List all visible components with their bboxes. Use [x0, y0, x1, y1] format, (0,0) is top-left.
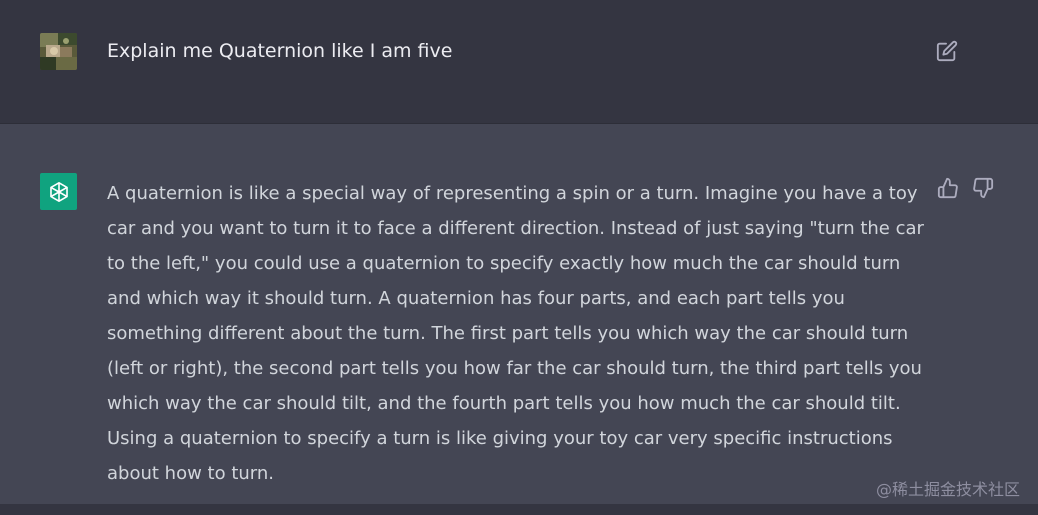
user-message-text: Explain me Quaternion like I am five [107, 40, 453, 62]
watermark: @稀土掘金技术社区 [875, 480, 1020, 499]
thumbs-down-icon[interactable] [972, 177, 994, 199]
openai-logo-icon [40, 173, 77, 210]
edit-icon[interactable] [936, 40, 958, 62]
assistant-message-row: A quaternion is like a special way of re… [0, 124, 1038, 504]
bottom-divider [0, 504, 1038, 515]
thumbs-up-icon[interactable] [937, 177, 959, 199]
assistant-message-text: A quaternion is like a special way of re… [107, 183, 924, 484]
user-message-row: Explain me Quaternion like I am five [0, 0, 1038, 124]
user-avatar [40, 33, 77, 70]
